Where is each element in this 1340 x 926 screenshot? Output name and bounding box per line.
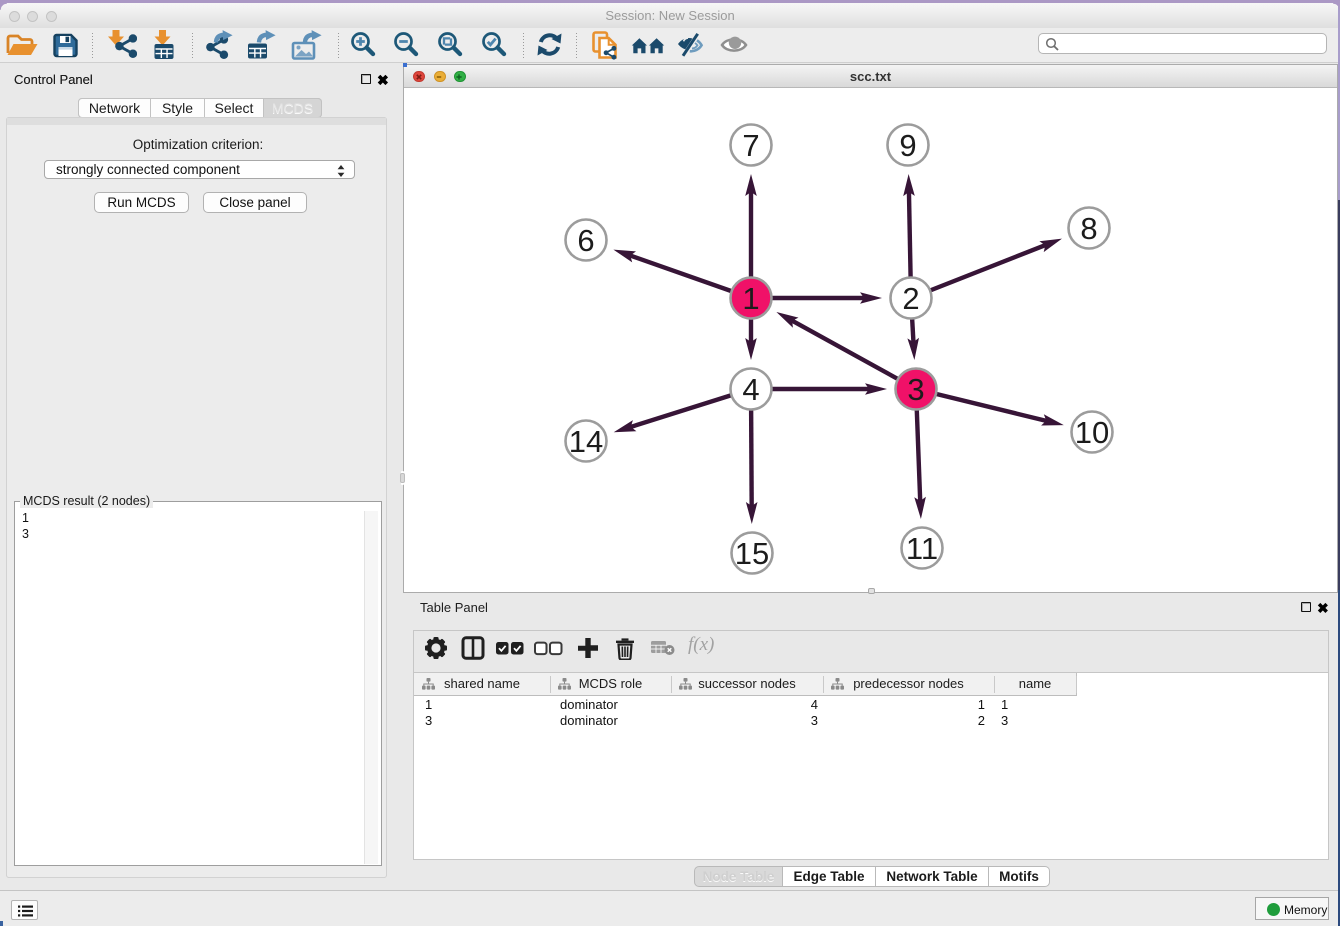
svg-text:2: 2	[902, 281, 919, 316]
svg-text:15: 15	[735, 536, 769, 571]
svg-text:7: 7	[742, 128, 759, 163]
svg-text:3: 3	[907, 372, 924, 407]
svg-text:9: 9	[899, 128, 916, 163]
svg-text:11: 11	[906, 531, 938, 566]
svg-text:14: 14	[569, 424, 603, 459]
svg-text:4: 4	[742, 372, 759, 407]
svg-text:6: 6	[577, 223, 594, 258]
svg-text:8: 8	[1080, 211, 1097, 246]
svg-text:10: 10	[1075, 415, 1109, 450]
svg-text:1: 1	[742, 281, 759, 316]
